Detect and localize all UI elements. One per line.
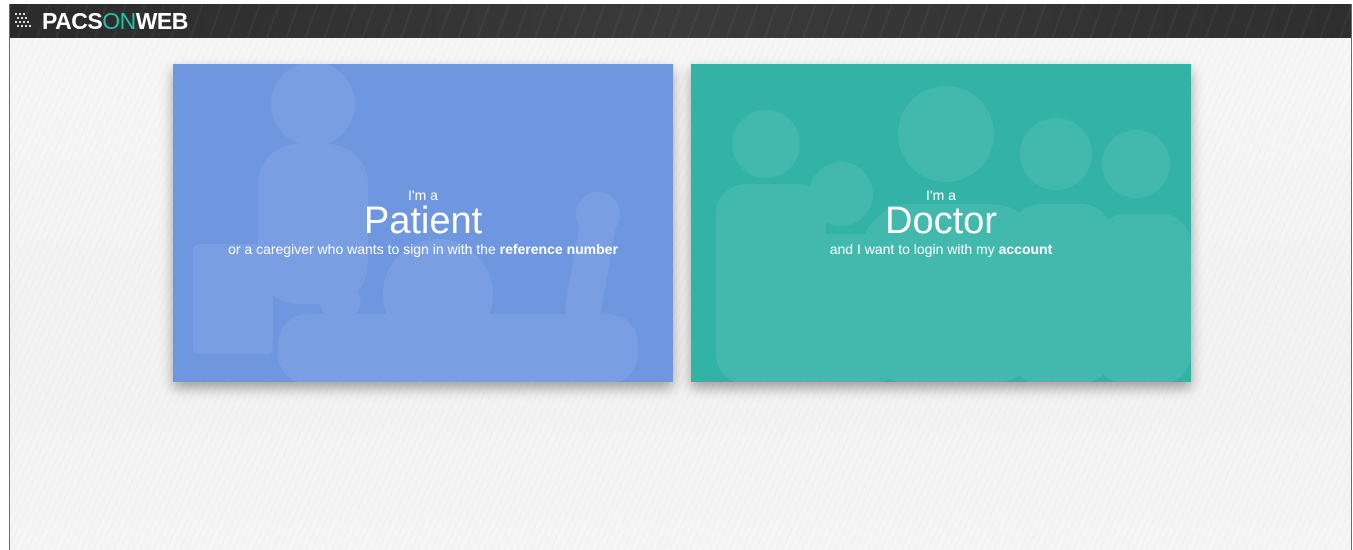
patient-login-card[interactable]: I'm a Patient or a caregiver who wants t… — [173, 64, 673, 382]
logo-text-on: ON — [102, 8, 136, 34]
pacsonweb-logo[interactable]: PACSONWEB — [14, 8, 188, 34]
doctor-card-title: Doctor — [885, 200, 997, 242]
patient-card-text: I'm a Patient or a caregiver who wants t… — [173, 187, 673, 258]
logo-text: PACSONWEB — [42, 8, 188, 34]
logo-text-end: WEB — [135, 8, 189, 34]
doctor-card-subtitle: and I want to login with my account — [691, 240, 1191, 258]
patient-card-title: Patient — [363, 200, 483, 242]
doctor-card-sub-text: and I want to login with my — [829, 241, 999, 257]
doctor-card-text: I'm a Doctor and I want to login with my… — [691, 187, 1191, 258]
logo-mark-icon — [14, 12, 36, 30]
logo-text-main: PACS — [42, 8, 103, 34]
doctor-card-sub-bold: account — [998, 241, 1053, 257]
app-frame: PACSONWEB I'm a Patient or a caregiver w… — [9, 4, 1352, 550]
patient-card-subtitle: or a caregiver who wants to sign in with… — [173, 240, 673, 258]
top-header: PACSONWEB — [10, 4, 1351, 38]
patient-card-sub-bold: reference number — [499, 241, 618, 257]
doctor-login-card[interactable]: I'm a Doctor and I want to login with my… — [691, 64, 1191, 382]
patient-card-sub-text: or a caregiver who wants to sign in with… — [228, 241, 500, 257]
